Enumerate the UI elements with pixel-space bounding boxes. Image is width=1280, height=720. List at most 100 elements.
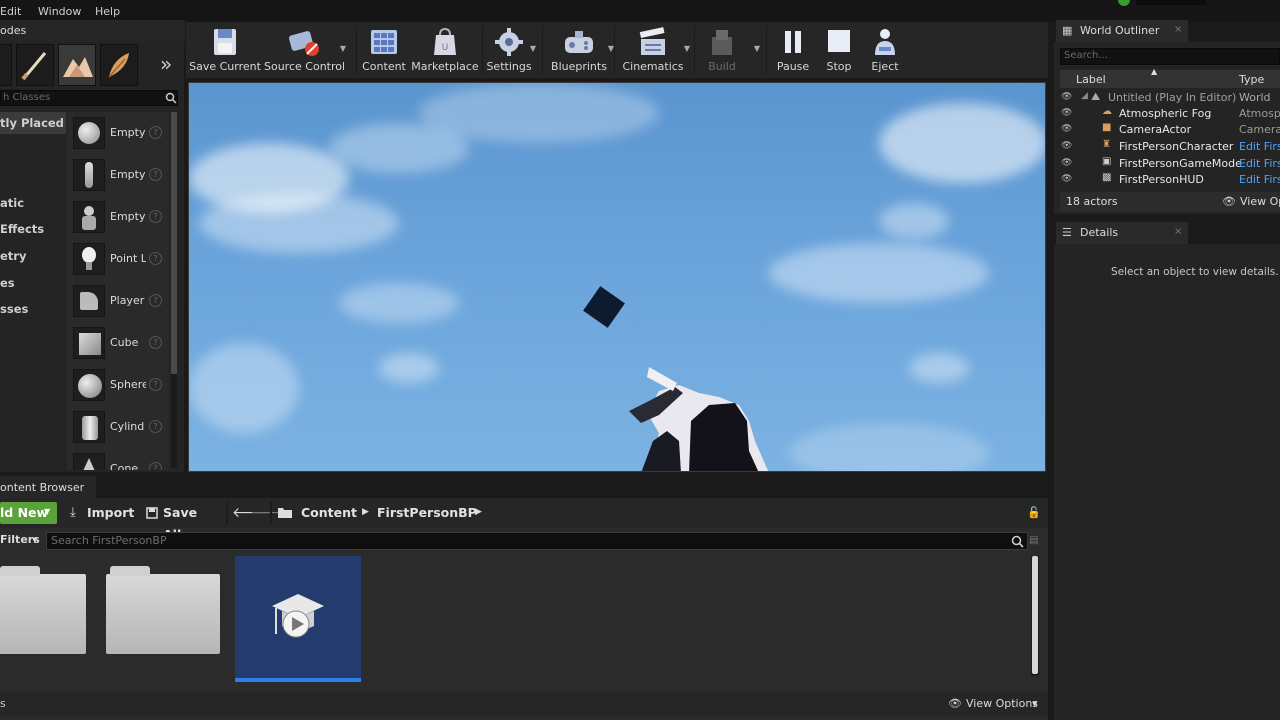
outliner-row[interactable]: 👁 ▣ FirstPersonGameMode Edit Firs	[1060, 156, 1280, 172]
help-icon[interactable]: ?	[149, 126, 162, 139]
help-icon[interactable]: ?	[149, 294, 162, 307]
outliner-row[interactable]: 👁 ■ CameraActor CameraA	[1060, 122, 1280, 138]
pause-button[interactable]: Pause	[770, 22, 816, 78]
visibility-eye-icon[interactable]: 👁	[1061, 124, 1073, 136]
details-empty-message: Select an object to view details.	[1111, 266, 1279, 278]
eject-button[interactable]: Eject	[862, 22, 908, 78]
breadcrumb-separator-icon[interactable]: ▶	[475, 507, 482, 517]
outliner-row[interactable]: 👁 ◢ ⛰ Untitled (Play In Editor) World	[1060, 90, 1280, 106]
list-item[interactable]: Empty ?	[67, 197, 169, 237]
help-icon[interactable]: ?	[149, 378, 162, 391]
settings-button[interactable]: Settings ▼	[484, 22, 536, 78]
content-search-input[interactable]: Search FirstPersonBP	[46, 532, 1028, 550]
outliner-view-options-button[interactable]: View Op	[1240, 195, 1280, 208]
list-item-label: Cone	[110, 462, 139, 470]
folder-tile[interactable]	[106, 566, 220, 654]
category-recently-placed[interactable]: tly Placed	[0, 112, 66, 134]
outliner-row[interactable]: 👁 ▩ FirstPersonHUD Edit Firs	[1060, 172, 1280, 188]
mode-foliage-button[interactable]	[100, 44, 138, 86]
mode-paint-button[interactable]	[16, 44, 54, 86]
list-item[interactable]: Cube ?	[67, 323, 169, 363]
tab-modes[interactable]: odes	[0, 20, 185, 42]
visibility-eye-icon[interactable]: 👁	[1061, 174, 1073, 186]
tab-details[interactable]: ☰ Details ×	[1056, 222, 1188, 244]
cinematics-button[interactable]: Cinematics ▼	[618, 22, 690, 78]
menu-help[interactable]: Help	[95, 5, 120, 18]
chevron-down-icon[interactable]: ▼	[754, 44, 760, 53]
add-new-button[interactable]: ld New ▼	[0, 502, 57, 524]
content-scrollbar-thumb[interactable]	[1032, 556, 1038, 674]
breadcrumb-content[interactable]: Content	[301, 502, 357, 524]
search-classes-input[interactable]: h Classes	[0, 90, 178, 106]
blueprints-button[interactable]: Blueprints ▼	[546, 22, 614, 78]
modes-scrollbar[interactable]	[171, 112, 177, 468]
list-item[interactable]: Cylind ?	[67, 407, 169, 447]
save-search-icon[interactable]: ▤	[1029, 535, 1038, 546]
category-geometry[interactable]: etry	[0, 245, 66, 267]
breadcrumb-firstpersonbp[interactable]: FirstPersonBP	[377, 502, 477, 524]
chevron-more-icon[interactable]: »	[160, 52, 172, 76]
list-item[interactable]: Empty ?	[67, 155, 169, 195]
list-item[interactable]: Sphere ?	[67, 365, 169, 405]
content-icon	[371, 30, 397, 54]
help-icon[interactable]: ?	[149, 420, 162, 433]
visibility-eye-icon[interactable]: 👁	[1061, 108, 1073, 120]
hud-icon: ▩	[1102, 172, 1112, 183]
content-scrollbar[interactable]	[1031, 556, 1039, 676]
visibility-eye-icon[interactable]: 👁	[1061, 92, 1073, 104]
category-all-classes[interactable]: sses	[0, 298, 66, 320]
marketplace-button[interactable]: U Marketplace	[410, 22, 480, 78]
close-icon[interactable]: ×	[1174, 226, 1182, 237]
view-options-button[interactable]: View Options	[966, 697, 1038, 710]
outliner-row-type: Atmosph	[1239, 107, 1280, 120]
outliner-row[interactable]: 👁 ☁ Atmospheric Fog Atmosph	[1060, 106, 1280, 122]
help-icon[interactable]: ?	[149, 462, 162, 470]
edit-blueprint-link[interactable]: Edit Firs	[1239, 140, 1280, 153]
close-icon[interactable]: ×	[1174, 24, 1182, 35]
visibility-eye-icon[interactable]: 👁	[1061, 141, 1073, 153]
mode-landscape-button[interactable]	[58, 44, 96, 86]
folder-tile[interactable]	[0, 566, 86, 654]
help-icon[interactable]: ?	[149, 168, 162, 181]
asset-tile-selected[interactable]	[235, 556, 361, 682]
visibility-eye-icon[interactable]: 👁	[1061, 158, 1073, 170]
edit-blueprint-link[interactable]: Edit Firs	[1239, 173, 1280, 186]
lock-icon[interactable]: 🔓	[1027, 506, 1041, 519]
list-item[interactable]: Empty ?	[67, 113, 169, 153]
save-current-label: Save Current	[189, 60, 261, 73]
build-button[interactable]: Build ▼	[698, 22, 760, 78]
tab-content-browser[interactable]: ontent Browser	[0, 476, 96, 498]
list-item[interactable]: Cone ?	[67, 449, 169, 470]
column-type-header[interactable]: Type	[1239, 73, 1264, 86]
edit-blueprint-link[interactable]: Edit Firs	[1239, 157, 1280, 170]
level-viewport[interactable]	[188, 82, 1046, 472]
save-current-button[interactable]: Save Current	[186, 22, 264, 78]
column-label-header[interactable]: Label	[1076, 73, 1106, 86]
menu-window[interactable]: Window	[38, 5, 81, 18]
tab-world-outliner[interactable]: ▦ World Outliner ×	[1056, 20, 1188, 42]
list-item-label: Empty	[110, 126, 146, 139]
list-item[interactable]: Player ?	[67, 281, 169, 321]
stop-button[interactable]: Stop	[816, 22, 862, 78]
help-icon[interactable]: ?	[149, 252, 162, 265]
chevron-down-icon[interactable]: ▼	[340, 44, 346, 53]
chevron-down-icon[interactable]: ▼	[530, 44, 536, 53]
modes-scrollbar-thumb[interactable]	[171, 112, 177, 374]
category-volumes[interactable]: es	[0, 272, 66, 294]
chevron-down-icon[interactable]: ▼	[684, 44, 690, 53]
list-item[interactable]: Point L ?	[67, 239, 169, 279]
mode-place-button[interactable]	[0, 44, 12, 86]
content-button[interactable]: Content	[360, 22, 408, 78]
category-basic[interactable]: atic	[0, 192, 66, 214]
outliner-search-input[interactable]: Search...	[1060, 48, 1280, 65]
category-visual-effects[interactable]: Effects	[0, 218, 66, 240]
expand-arrow-icon[interactable]: ◢	[1081, 91, 1088, 101]
source-control-button[interactable]: Source Control ▼	[264, 22, 346, 78]
help-icon[interactable]: ?	[149, 336, 162, 349]
menu-edit[interactable]: Edit	[0, 5, 21, 18]
chevron-down-icon[interactable]: ▼	[1032, 700, 1037, 708]
help-icon[interactable]: ?	[149, 210, 162, 223]
menu-bar: Edit Window Help	[0, 0, 1280, 22]
details-icon: ☰	[1062, 226, 1072, 239]
outliner-row[interactable]: 👁 ♜ FirstPersonCharacter Edit Firs	[1060, 139, 1280, 155]
